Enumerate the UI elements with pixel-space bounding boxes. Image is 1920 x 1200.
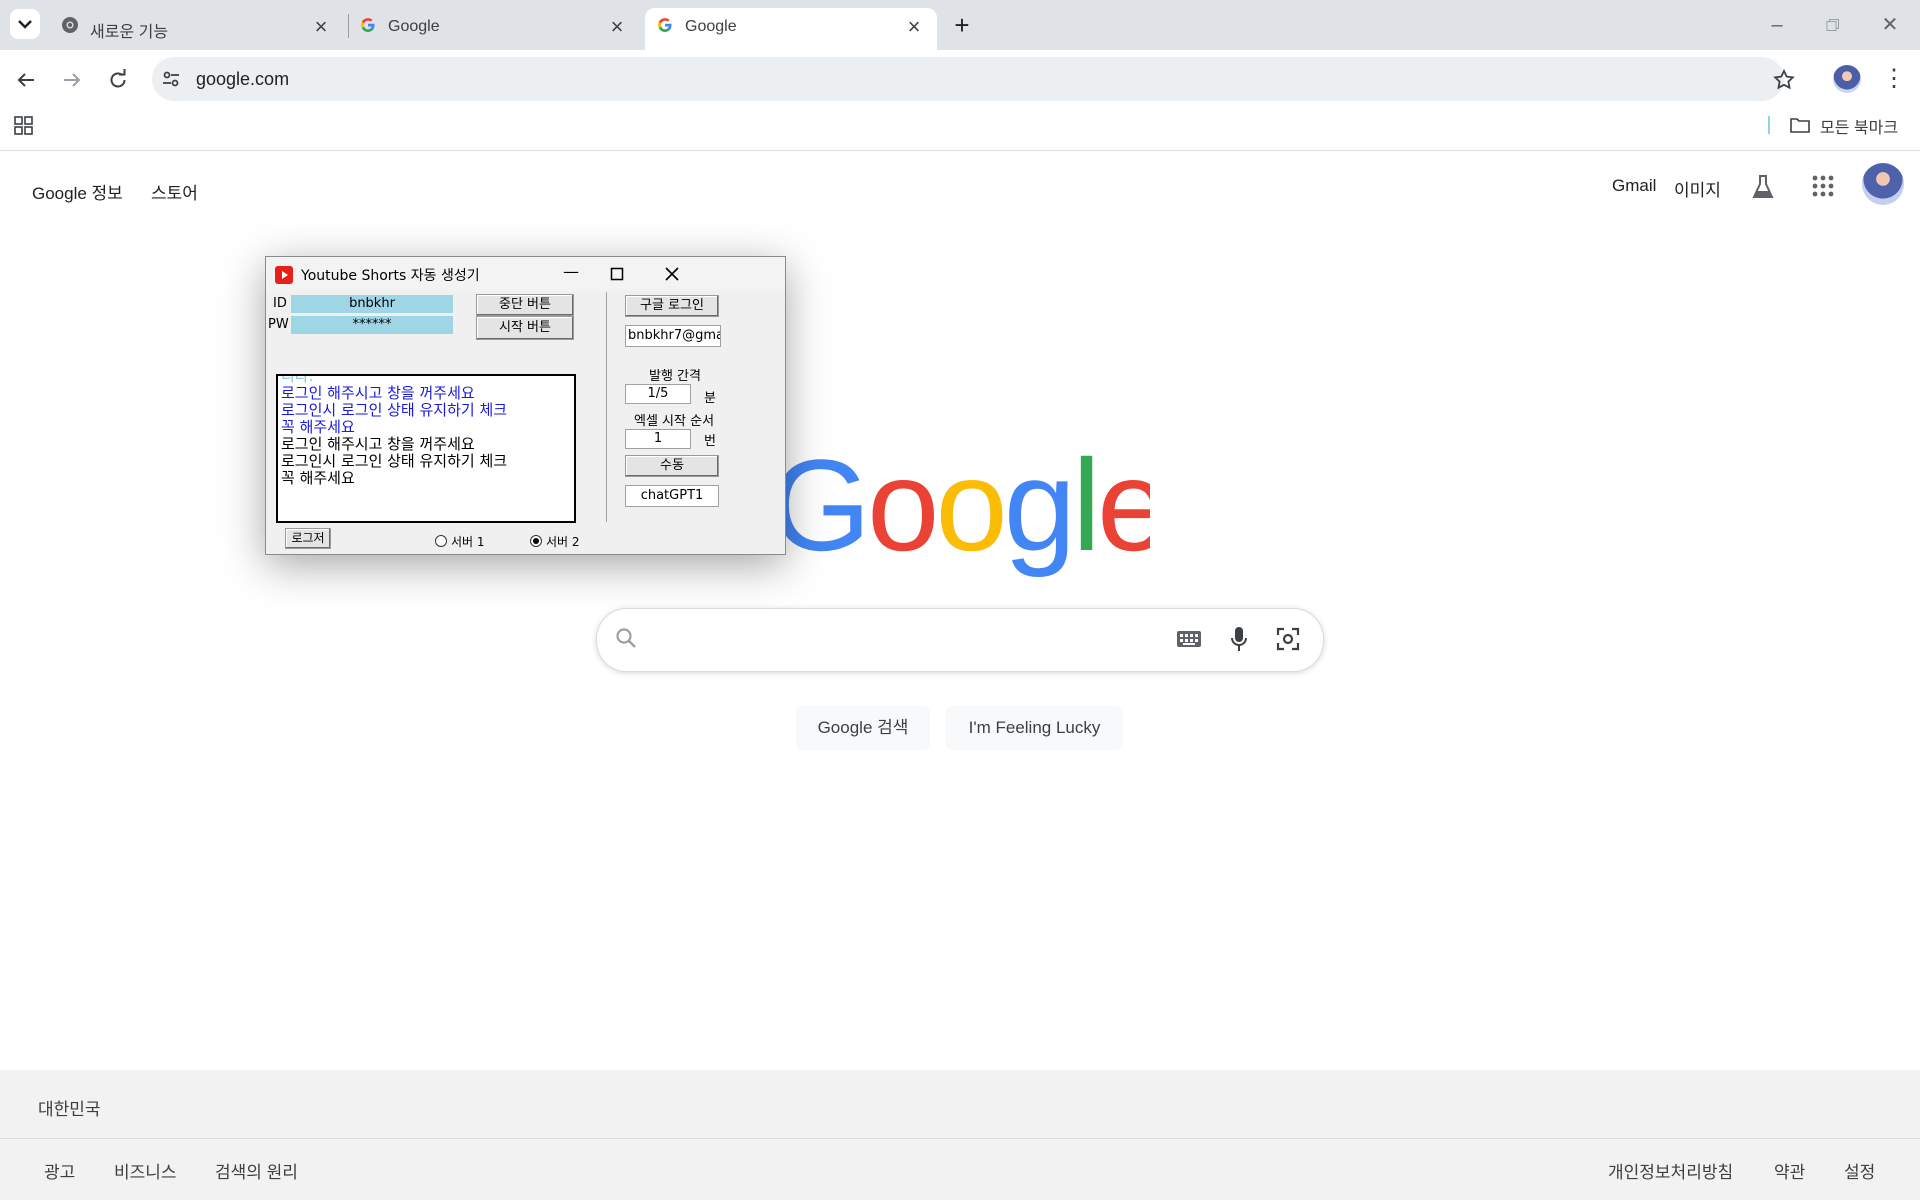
all-bookmarks-link[interactable]: 모든 북마크: [1820, 114, 1898, 138]
footer-settings-link[interactable]: 설정: [1844, 1158, 1875, 1183]
id-field[interactable]: bnbkhr: [291, 295, 453, 313]
log-line: 꼭 해주세요: [281, 469, 355, 487]
close-icon[interactable]: ×: [606, 16, 628, 38]
manual-button[interactable]: 수동: [625, 455, 719, 477]
footer-country: 대한민국: [38, 1100, 101, 1119]
labs-flask-icon[interactable]: [1751, 174, 1775, 200]
more-menu-icon[interactable]: ⋮: [1882, 66, 1906, 92]
footer-how-search-works-link[interactable]: 검색의 원리: [215, 1158, 298, 1183]
server2-label: 서버 2: [546, 535, 580, 549]
log-line: 로그인 해주시고 창을 꺼주세요: [281, 435, 475, 453]
id-label: ID: [273, 296, 287, 311]
interval-label: 발행 간격: [649, 369, 701, 384]
tab-1[interactable]: Google ×: [350, 8, 640, 50]
address-bar[interactable]: [152, 57, 1784, 101]
interval-field[interactable]: 1/5: [625, 384, 691, 404]
store-link[interactable]: 스토어: [151, 179, 198, 204]
keyboard-icon[interactable]: [1176, 629, 1202, 649]
pw-label: PW: [268, 317, 289, 332]
tab-0[interactable]: 새로운 기능 ×: [48, 8, 343, 50]
interval-unit: 분: [704, 391, 716, 406]
youtube-icon: [275, 266, 293, 284]
google-logo: Google: [770, 440, 1150, 578]
search-icon: [616, 628, 636, 648]
excel-order-field[interactable]: 1: [625, 429, 691, 449]
excel-order-label: 엑셀 시작 순서: [634, 414, 715, 429]
tab-2[interactable]: Google ×: [645, 8, 937, 50]
vertical-divider: [606, 292, 607, 522]
tab-title: Google: [388, 18, 440, 35]
microphone-icon[interactable]: [1229, 625, 1249, 653]
bookmark-star-icon[interactable]: [1772, 68, 1796, 92]
pw-field[interactable]: ******: [291, 316, 453, 334]
restore-icon[interactable]: [1813, 10, 1853, 40]
log-save-button[interactable]: 로그저장: [285, 528, 331, 549]
window-maximize-icon[interactable]: [610, 267, 624, 281]
google-g-icon: [361, 18, 375, 32]
bookmark-bar: [0, 108, 1920, 151]
close-icon[interactable]: ×: [310, 16, 332, 38]
window-minimize-icon[interactable]: —: [563, 262, 579, 281]
log-line: 로그인시 로그인 상태 유지하기 체크: [281, 452, 508, 470]
bookmark-divider: [1768, 116, 1770, 134]
footer-terms-link[interactable]: 약관: [1774, 1158, 1805, 1183]
minimize-icon[interactable]: –: [1757, 10, 1797, 40]
gmail-link[interactable]: Gmail: [1612, 176, 1656, 196]
footer-privacy-link[interactable]: 개인정보처리방침: [1608, 1158, 1733, 1183]
account-avatar[interactable]: [1862, 163, 1904, 205]
google-login-button[interactable]: 구글 로그인: [625, 295, 719, 317]
close-icon[interactable]: ×: [903, 16, 925, 38]
stop-button[interactable]: 중단 버튼: [476, 294, 574, 316]
log-output[interactable]: 니다. 로그인 해주시고 창을 꺼주세요 로그인시 로그인 상태 유지하기 체크…: [276, 374, 576, 523]
google-search-button[interactable]: Google 검색: [796, 706, 930, 750]
chevron-down-icon: [18, 20, 32, 29]
back-icon[interactable]: [14, 68, 38, 92]
forward-icon[interactable]: [60, 68, 84, 92]
apps-grid-icon[interactable]: [14, 116, 34, 136]
tab-search-button[interactable]: [10, 9, 40, 39]
search-box[interactable]: [596, 608, 1324, 672]
new-tab-button[interactable]: +: [948, 12, 976, 40]
log-line: 로그인 해주시고 창을 꺼주세요: [281, 384, 475, 402]
camera-search-icon[interactable]: [1275, 626, 1301, 652]
folder-icon: [1790, 118, 1810, 133]
start-button[interactable]: 시작 버튼: [476, 316, 574, 340]
email-field[interactable]: bnbkhr7@gmai: [625, 325, 721, 347]
shorts-generator-window: Youtube Shorts 자동 생성기 — ID bnbkhr PW ***…: [265, 256, 786, 555]
server2-radio[interactable]: [530, 535, 542, 547]
window-title: Youtube Shorts 자동 생성기: [301, 268, 480, 284]
excel-order-unit: 번: [704, 434, 716, 449]
window-close-icon[interactable]: [665, 267, 679, 281]
chrome-icon: [62, 17, 78, 33]
server1-label: 서버 1: [451, 535, 485, 549]
log-line: 로그인시 로그인 상태 유지하기 체크: [281, 401, 508, 419]
chatgpt-field[interactable]: chatGPT1: [625, 485, 719, 507]
log-line: 꼭 해주세요: [281, 418, 355, 436]
images-link[interactable]: 이미지: [1674, 176, 1721, 201]
footer-ads-link[interactable]: 광고: [44, 1158, 75, 1183]
profile-avatar[interactable]: [1833, 65, 1861, 93]
footer-divider: [0, 1138, 1920, 1139]
about-google-link[interactable]: Google 정보: [32, 179, 123, 204]
tab-title: 새로운 기능: [90, 24, 169, 41]
reload-icon[interactable]: [106, 68, 130, 92]
window-close-icon[interactable]: ✕: [1870, 10, 1910, 40]
site-settings-icon[interactable]: [160, 68, 182, 90]
tab-separator: [348, 14, 349, 38]
google-g-icon: [658, 18, 672, 32]
server1-radio[interactable]: [435, 535, 447, 547]
footer-business-link[interactable]: 비즈니스: [114, 1158, 177, 1183]
url-text[interactable]: google.com: [196, 69, 289, 90]
tab-title: Google: [685, 18, 737, 35]
feeling-lucky-button[interactable]: I'm Feeling Lucky: [946, 706, 1123, 750]
svg-text:Google: Google: [770, 440, 1150, 578]
google-apps-icon[interactable]: [1812, 175, 1834, 197]
